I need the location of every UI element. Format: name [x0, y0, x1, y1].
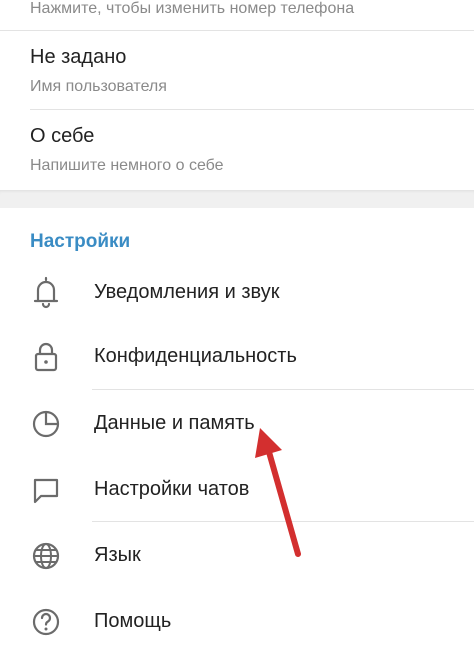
divider	[92, 389, 474, 390]
account-section: Нажмите, чтобы изменить номер телефона Н…	[0, 0, 474, 190]
menu-label: Конфиденциальность	[94, 345, 297, 367]
menu-label: Настройки чатов	[94, 478, 250, 500]
menu-item-chat-settings[interactable]: Настройки чатов	[0, 458, 474, 522]
menu-label: Язык	[94, 544, 141, 566]
menu-item-privacy[interactable]: Конфиденциальность	[0, 325, 474, 389]
pie-chart-icon	[32, 410, 60, 438]
globe-icon	[32, 542, 60, 570]
menu-label: Помощь	[94, 610, 172, 632]
help-icon	[32, 608, 60, 636]
divider	[92, 521, 474, 522]
chat-bubble-icon	[33, 478, 59, 504]
username-label: Имя пользователя	[30, 78, 167, 95]
lock-icon	[34, 342, 58, 372]
menu-item-language[interactable]: Язык	[0, 524, 474, 588]
menu-item-help[interactable]: Помощь	[0, 590, 474, 654]
menu-label: Уведомления и звук	[94, 281, 280, 303]
menu-item-notifications[interactable]: Уведомления и звук	[0, 260, 474, 324]
bio-row[interactable]: О себе Напишите немного о себе	[30, 110, 474, 190]
username-value: Не задано	[30, 46, 127, 68]
bell-icon	[33, 276, 59, 309]
username-row[interactable]: Не задано Имя пользователя	[30, 30, 474, 110]
settings-header: Настройки	[30, 231, 131, 252]
section-separator	[0, 190, 474, 208]
bio-title: О себе	[30, 125, 95, 147]
menu-item-data-storage[interactable]: Данные и память	[0, 392, 474, 456]
bio-hint: Напишите немного о себе	[30, 157, 224, 174]
menu-label: Данные и память	[94, 412, 255, 434]
phone-hint[interactable]: Нажмите, чтобы изменить номер телефона	[30, 0, 474, 18]
